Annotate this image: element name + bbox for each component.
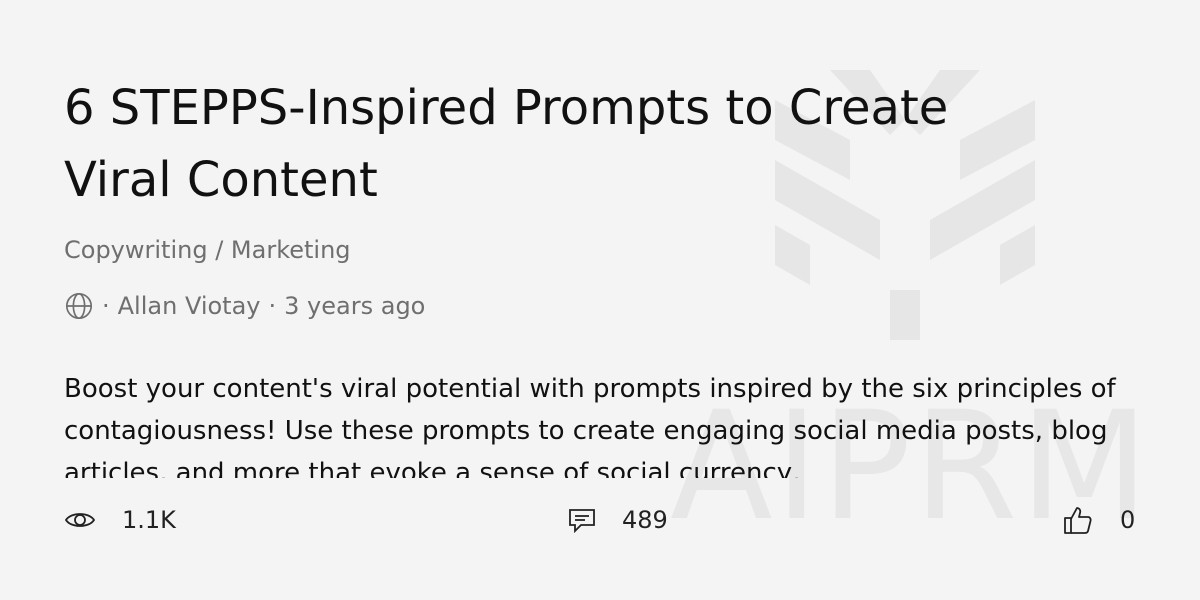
post-time: 3 years ago	[284, 292, 426, 320]
post-title: 6 STEPPS-Inspired Prompts to Create Vira…	[64, 80, 949, 208]
author-name[interactable]: Allan Viotay	[118, 292, 261, 320]
post-meta: · Allan Viotay · 3 years ago	[64, 289, 425, 323]
likes-stat[interactable]: 0	[1062, 502, 1135, 538]
post-category[interactable]: Copywriting / Marketing	[64, 233, 351, 267]
views-stat: 1.1K	[64, 502, 176, 538]
meta-separator: ·	[102, 292, 110, 320]
comments-stat[interactable]: 489	[566, 502, 668, 538]
likes-count: 0	[1120, 506, 1136, 534]
thumbs-up-icon[interactable]	[1062, 504, 1094, 536]
eye-icon	[64, 513, 96, 527]
post-description: Boost your content's viral potential wit…	[64, 374, 1116, 478]
comments-count: 489	[622, 506, 668, 534]
views-count: 1.1K	[122, 506, 176, 534]
comment-icon	[569, 509, 595, 534]
globe-icon	[65, 292, 93, 320]
meta-separator: ·	[268, 292, 277, 320]
